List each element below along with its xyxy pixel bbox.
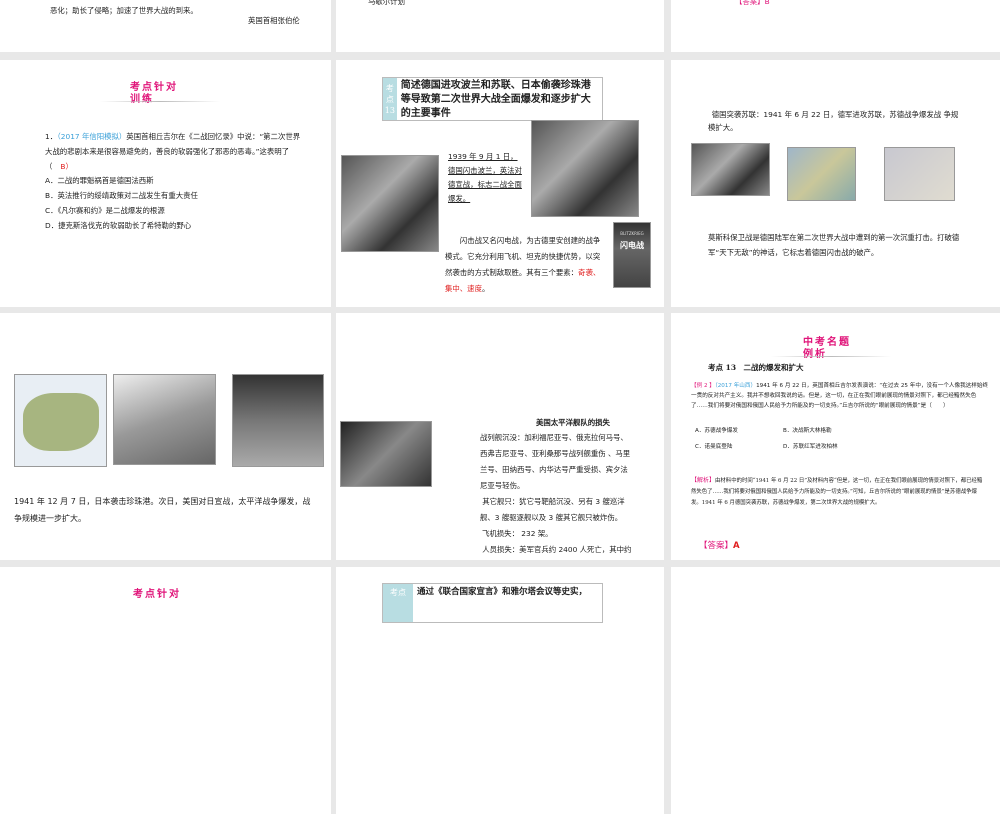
war-map-image [787,147,856,201]
slide-thumbnail[interactable]: 1941 年 12 月 7 日，日本袭击珍珠港。次日，美国对日宣战，太平洋战争爆… [0,313,331,560]
fleet-loss-line: 其它舰只：犹它号靶船沉没、另有 3 艘巡洋舰、3 艘驱逐舰以及 3 艘其它舰只被… [480,497,625,522]
island-shape [23,393,99,451]
section-title: 中考名题 例析 [803,337,851,360]
topic-header: 考点 13 简述德国进攻波兰和苏联、日本偷袭珍珠港等导致第二次世界大战全面爆发和… [382,77,603,121]
attack-plane-photo [113,374,216,465]
slide-text: 恶化；助长了侵略；加速了世界大战的到来。 [50,6,198,15]
slide-thumbnail[interactable]: 考点 13 简述德国进攻波兰和苏联、日本偷袭珍珠港等导致第二次世界大战全面爆发和… [336,60,664,307]
option-c: C．《凡尔赛和约》是二战爆发的根源 [45,206,165,215]
slide-thumbnail[interactable] [671,567,1000,814]
topic-heading: 简述德国进攻波兰和苏联、日本偷袭珍珠港等导致第二次世界大战全面爆发和逐步扩大的主… [400,80,591,119]
option-c: C．诺曼底登陆 [695,444,733,450]
slide-text: 德国突袭苏联：1941 年 6 月 22 日，德军进攻苏联，苏德战争爆发战 争规… [708,110,959,132]
option-b: B．英法推行的绥靖政策对二战发生有重大责任 [45,191,198,200]
answer-text: 【答案】B [735,0,770,6]
slide-thumbnail[interactable]: 德国突袭苏联：1941 年 6 月 22 日，德军进攻苏联，苏德战争爆发战 争规… [671,60,1000,307]
pearl-harbor-map [14,374,107,467]
example-question: 【例 2 】（2017 年山西）1941 年 6 月 22 日，英国首相丘吉尔发… [691,383,989,409]
section-title: 考点针对 [133,589,181,600]
topic-label: 考点 [383,584,413,622]
option-d: D．苏联红军进攻柏林 [783,444,838,450]
topic-heading: 通过《联合国家宣言》和雅尔塔会议等史实， [417,587,588,597]
slide-text: 马歇尔计划 [368,0,405,6]
tank-photo [341,155,439,252]
topic-header: 考点 通过《联合国家宣言》和雅尔塔会议等史实， [382,583,603,623]
slide-thumbnail[interactable]: 美国太平洋舰队的损失 战列舰沉没：加利福尼亚号、俄克拉何马号、西弗吉尼亚号、亚利… [336,313,664,560]
question: 1．（2017 年信阳模拟）英国首相丘吉尔在《二战回忆录》中说：“第二次世界大战… [45,132,301,171]
slide-thumbnail[interactable]: 恶化；助长了侵略；加速了世界大战的到来。 英国首相张伯伦 [0,0,331,52]
fleet-loss-line: 飞机损失： 232 架。 [482,529,553,538]
moscow-defense-text: 莫斯科保卫战是德国陆军在第二次世界大战中遭到的第一次沉重打击。打破德军“天下无敌… [708,233,960,257]
option-d: D．捷克斯洛伐克的软弱助长了希特勒的野心 [45,221,192,230]
option-a: A．苏德战争爆发 [695,428,738,434]
hitler-stalin-photo [691,143,770,196]
section-title: 考点针对 训练 [130,82,178,105]
slide-thumbnail[interactable]: 中考名题 例析 考点 13 二战的爆发和扩大 【例 2 】（2017 年山西）19… [671,313,1000,560]
topic-subtitle: 考点 13 二战的爆发和扩大 [708,363,804,372]
topic-label: 考点 13 [383,78,397,120]
analysis-text: 【解析】由材料中的时间“1941 年 6 月 22 日”及材料内容“但是，这一切… [691,477,983,506]
invasion-arrows-map [884,147,955,201]
cavalry-photo [531,120,639,217]
slide-thumbnail[interactable]: 马歇尔计划 [336,0,664,52]
slide-thumbnail[interactable]: 【答案】B [671,0,1000,52]
slide-thumbnail[interactable]: 考点针对 [0,567,331,814]
blitzkrieg-book-cover: BLITZKRIEG 闪电战 [613,222,651,288]
burning-ship-photo [232,374,324,467]
invasion-text: 1939 年 9 月 1 日，德国闪击波兰，英法对德宣战，标志二战全面爆发。 [448,152,522,203]
pearl-harbor-text: 1941 年 12 月 7 日，日本袭击珍珠港。次日，美国对日宣战，太平洋战争爆… [14,497,311,523]
fleet-loss-line: 战列舰沉没：加利福尼亚号、俄克拉何马号、西弗吉尼亚号、亚利桑那号战列舰重伤 、马… [480,433,631,490]
decorative-divider [771,356,891,357]
answer: 【答案】A [699,541,740,551]
roosevelt-photo [340,421,432,487]
fleet-loss-title: 美国太平洋舰队的损失 [536,418,610,427]
slide-thumbnail[interactable]: 考点针对 训练 1．（2017 年信阳模拟）英国首相丘吉尔在《二战回忆录》中说：“… [0,60,331,307]
option-b: B．决战斯大林格勒 [783,428,832,434]
blitzkrieg-text: 闪击战又名闪电战，为古德里安创建的战争模式。它充分利用飞机、坦克的快捷优势，以突… [445,236,601,293]
photo-caption: 英国首相张伯伦 [248,16,300,25]
option-a: A．二战的罪魁祸首是德国法西斯 [45,176,154,185]
decorative-divider [100,101,220,102]
slide-thumbnail[interactable]: 考点 通过《联合国家宣言》和雅尔塔会议等史实， [336,567,664,814]
fleet-loss-line: 人员损失：美军官兵约 2400 人死亡，其中约 1000 人死在亚利桑那号上，近… [482,545,632,554]
